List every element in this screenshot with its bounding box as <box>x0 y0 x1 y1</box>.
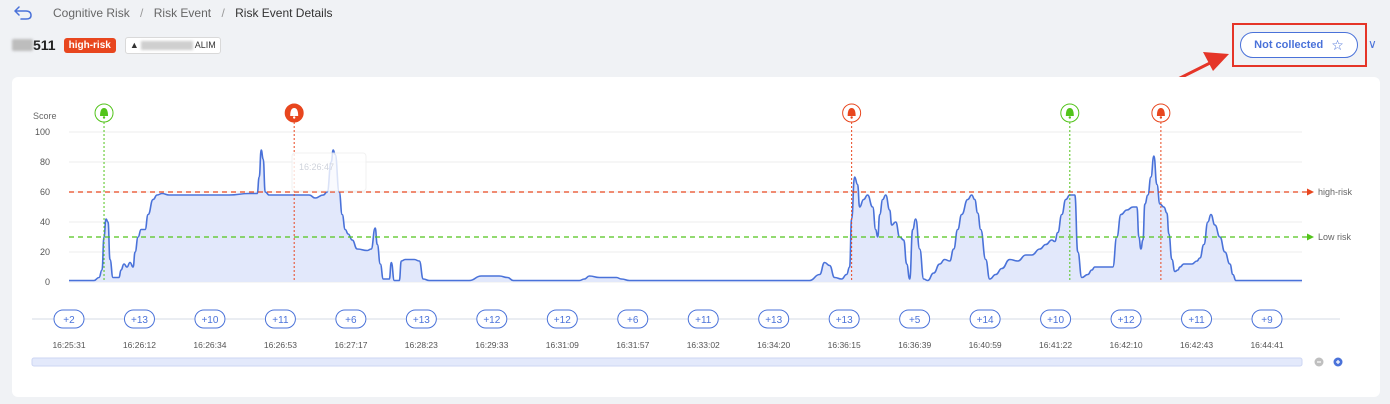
timeline-time-label: 16:28:23 <box>405 340 438 350</box>
y-tick-label: 80 <box>40 157 50 167</box>
timeline-time-label: 16:36:39 <box>898 340 931 350</box>
timeline-count-label: +11 <box>695 315 712 326</box>
y-axis-label: Score <box>33 111 57 121</box>
timeline-time-label: 16:31:09 <box>546 340 579 350</box>
timeline-count-label: +5 <box>909 315 921 326</box>
timeline-count-label: +12 <box>1118 315 1135 326</box>
threshold-arrow <box>1307 233 1314 241</box>
bell-icon-clapper <box>1159 116 1163 119</box>
timeline-count-label: +10 <box>1047 315 1064 326</box>
collect-button[interactable]: Not collected ☆ <box>1240 32 1358 58</box>
timeline-time-label: 16:42:10 <box>1110 340 1143 350</box>
timeline-time-label: 16:26:34 <box>193 340 226 350</box>
y-tick-label: 0 <box>45 277 50 287</box>
timeline-count-label: +6 <box>345 315 357 326</box>
timeline-time-label: 16:26:12 <box>123 340 156 350</box>
threshold-arrow <box>1307 188 1314 196</box>
breadcrumb-item-cognitive-risk[interactable]: Cognitive Risk <box>53 6 130 20</box>
breadcrumb-item-risk-event[interactable]: Risk Event <box>154 6 211 20</box>
timeline-count-label: +12 <box>554 315 571 326</box>
timeline-time-label: 16:29:33 <box>475 340 508 350</box>
score-area <box>69 150 1302 282</box>
bell-icon-clapper <box>850 116 853 119</box>
threshold-label: high-risk <box>1318 187 1353 197</box>
timeline-time-label: 16:31:57 <box>616 340 649 350</box>
timeline-time-label: 16:34:20 <box>757 340 790 350</box>
users-icon: ▲ <box>129 40 139 50</box>
timeline-count-label: +11 <box>272 315 289 326</box>
timeline-time-label: 16:40:59 <box>969 340 1002 350</box>
timeline-count-label: +13 <box>131 315 148 326</box>
timeline-time-label: 16:41:22 <box>1039 340 1072 350</box>
back-arrow-icon[interactable] <box>14 6 32 20</box>
source-tag-label: ALIM <box>194 40 216 50</box>
timeline-count-label: +13 <box>765 315 782 326</box>
threshold-label: Low risk <box>1318 232 1352 242</box>
header: Cognitive Risk / Risk Event / Risk Event… <box>0 0 1390 70</box>
breadcrumb-separator: / <box>140 6 144 20</box>
timeline-time-label: 16:27:17 <box>334 340 367 350</box>
timeline-count-label: +12 <box>483 315 500 326</box>
bell-icon-clapper <box>102 116 106 119</box>
bell-icon-clapper <box>1068 116 1072 119</box>
timeline-time-label: 16:25:31 <box>52 340 85 350</box>
y-tick-label: 20 <box>40 247 50 257</box>
timeline-count-label: +10 <box>201 315 218 326</box>
breadcrumb-item-current: Risk Event Details <box>235 6 333 20</box>
timeline-count-label: +2 <box>63 315 75 326</box>
y-tick-label: 60 <box>40 187 50 197</box>
timeline-count-label: +9 <box>1261 315 1273 326</box>
risk-score-chart: Score 0 20 40 60 80 100 high-risk Low risk 16:26:… <box>31 103 1353 367</box>
timeline-time-label: 16:36:15 <box>828 340 861 350</box>
timeline-time-label: 16:33:02 <box>687 340 720 350</box>
redacted-text <box>12 39 33 51</box>
hover-tooltip-time: 16:26:47 <box>299 162 334 172</box>
timeline-count-label: +14 <box>977 315 994 326</box>
risk-level-badge: high-risk <box>63 37 116 53</box>
breadcrumb: Cognitive Risk / Risk Event / Risk Event… <box>53 6 333 20</box>
chevron-down-icon[interactable]: ∨ <box>1368 37 1377 51</box>
timeline-time-label: 16:44:41 <box>1250 340 1283 350</box>
collect-button-label: Not collected <box>1254 39 1324 51</box>
timeline-count-label: +13 <box>413 315 430 326</box>
risk-score-chart-card: Score 0 20 40 60 80 100 high-risk Low risk 16:26:… <box>12 77 1380 397</box>
redacted-text <box>140 40 193 50</box>
hover-tooltip <box>291 152 367 192</box>
bell-icon-clapper <box>292 116 296 119</box>
timeline-count-label: +11 <box>1188 315 1205 326</box>
y-tick-label: 100 <box>35 127 50 137</box>
timeline-time-label: 16:26:53 <box>264 340 297 350</box>
event-id: 511 <box>33 37 56 53</box>
star-outline-icon: ☆ <box>1331 36 1344 53</box>
timeline-time-label: 16:42:43 <box>1180 340 1213 350</box>
breadcrumb-separator: / <box>221 6 225 20</box>
event-title-row: 511 high-risk ▲ ALIM <box>12 36 221 54</box>
timeline-count-label: +13 <box>836 315 853 326</box>
timeline-scrollbar[interactable] <box>31 357 1303 367</box>
timeline-count-label: +6 <box>627 315 639 326</box>
y-tick-label: 40 <box>40 217 50 227</box>
source-tag: ▲ ALIM <box>124 36 221 54</box>
